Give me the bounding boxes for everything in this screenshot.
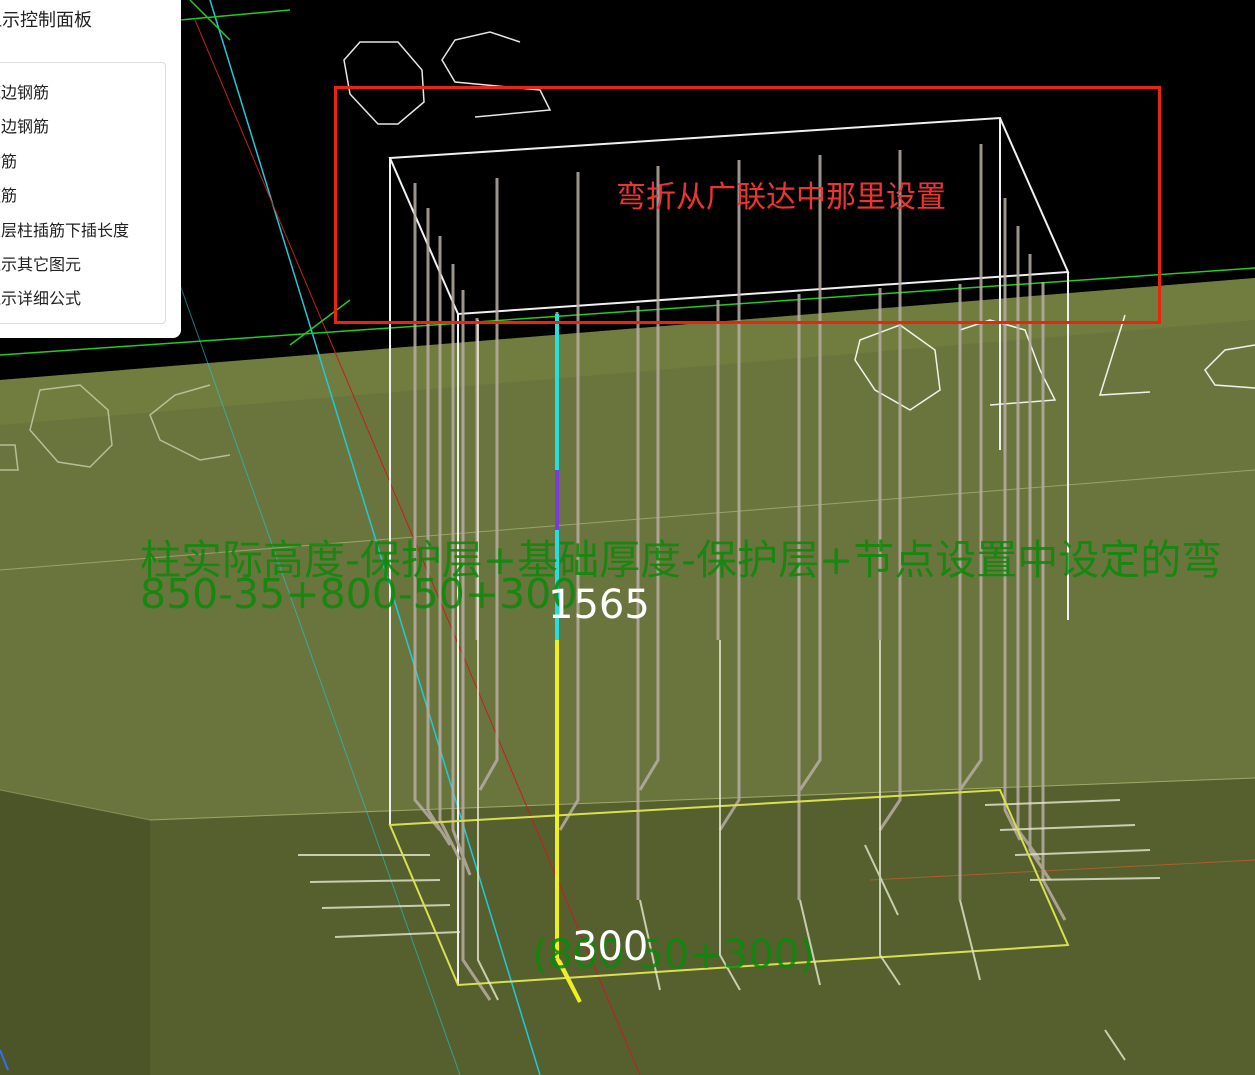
option-show-other-elements[interactable]: 显示其它图元 xyxy=(0,251,81,275)
foundation-front-face xyxy=(150,778,1255,1075)
option-show-detail-formula[interactable]: 显示详细公式 xyxy=(0,285,81,309)
option-bottom-rebar[interactable]: 底边钢筋 xyxy=(0,79,49,103)
foundation-left-face xyxy=(0,790,150,1075)
option-stirrup[interactable]: 箍筋 xyxy=(0,182,17,206)
panel-title: 显示控制面板 xyxy=(0,10,92,31)
highlight-box xyxy=(334,86,1161,324)
option-upper-column-dowel-length[interactable]: 上层柱插筋下插长度 xyxy=(0,217,129,241)
axis-green-h xyxy=(179,9,291,21)
display-control-panel: 显示控制面板 底边钢筋 侧边钢筋 插筋 箍筋 上层柱插筋下插长度 显示其它图元 … xyxy=(0,0,181,338)
option-dowel-rebar[interactable]: 插筋 xyxy=(0,148,17,172)
option-side-rebar[interactable]: 侧边钢筋 xyxy=(0,113,49,137)
panel-options-list: 底边钢筋 侧边钢筋 插筋 箍筋 上层柱插筋下插长度 显示其它图元 显示详细公式 xyxy=(0,62,166,324)
